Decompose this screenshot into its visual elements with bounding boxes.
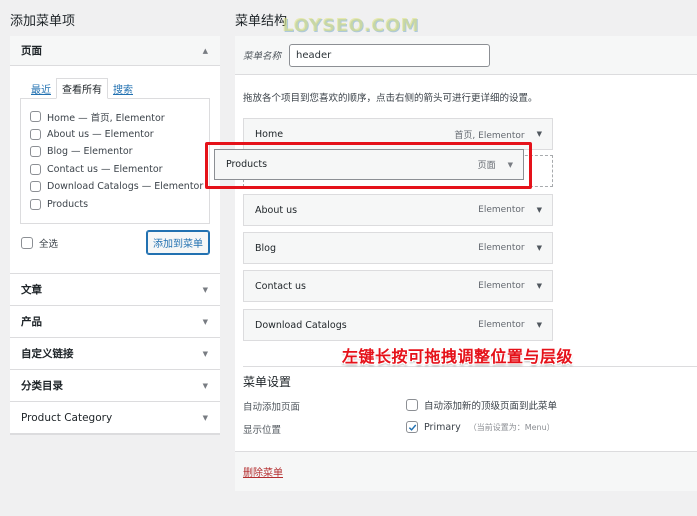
accordion-label: 分类目录 (21, 380, 63, 392)
expand-arrow-icon[interactable]: ▼ (537, 206, 542, 214)
accordion-label: 文章 (21, 284, 42, 296)
menu-structure-title: 菜单结构 (235, 14, 288, 29)
auto-add-checkbox[interactable] (406, 399, 418, 411)
page-option-contact[interactable]: Contact us — Elementor (30, 161, 209, 179)
menu-item-type: Elementor (478, 281, 525, 291)
checkbox[interactable] (30, 181, 41, 193)
menu-item-blog[interactable]: Blog Elementor ▼ (243, 232, 553, 264)
expand-arrow-icon[interactable]: ▼ (203, 318, 208, 326)
menu-item-title: Contact us (255, 280, 306, 292)
menu-item-about-us[interactable]: About us Elementor ▼ (243, 194, 553, 226)
menu-item-type: 首页, Elementor (454, 130, 525, 141)
expand-arrow-icon[interactable]: ▼ (203, 382, 208, 390)
menu-item-title: Blog (255, 242, 276, 254)
page-option-label: Download Catalogs — Elementor (47, 181, 204, 193)
page-option-label: About us — Elementor (47, 128, 154, 140)
primary-checkbox[interactable] (406, 421, 418, 433)
menu-settings-title: 菜单设置 (243, 375, 292, 389)
accordion-label: 页面 (21, 45, 42, 57)
checkbox[interactable] (30, 128, 41, 140)
page-option-download[interactable]: Download Catalogs — Elementor (30, 178, 209, 196)
page-option-products[interactable]: Products (30, 196, 209, 214)
accordion-label: 产品 (21, 316, 42, 328)
accordion-header-pages[interactable]: 页面 ▲ (10, 36, 220, 66)
menu-item-contact-us[interactable]: Contact us Elementor ▼ (243, 270, 553, 302)
expand-arrow-icon[interactable]: ▼ (537, 282, 542, 290)
pages-panel-footer: 全选 添加到菜单 (20, 230, 210, 255)
expand-arrow-icon[interactable]: ▼ (203, 286, 208, 294)
menu-item-type: Elementor (478, 320, 525, 330)
expand-arrow-icon[interactable]: ▼ (203, 414, 208, 422)
watermark: LOYSEO.COM (282, 15, 419, 36)
panel-footer: 删除菜单 (235, 451, 697, 491)
current-setting-note: （当前设置为：Menu） (468, 422, 555, 432)
select-all[interactable]: 全选 (20, 236, 58, 250)
pages-tabs: 最近 查看所有 搜索 (20, 78, 210, 99)
menu-item-title: Home (255, 128, 284, 140)
accordion-header-posts[interactable]: 文章 ▼ (10, 273, 220, 305)
dragging-menu-item-products[interactable]: Products 页面 ▼ (214, 149, 524, 180)
checkmark-icon (408, 424, 416, 431)
expand-arrow-icon[interactable]: ▼ (537, 130, 542, 138)
accordion-header-categories[interactable]: 分类目录 ▼ (10, 369, 220, 401)
accordion-header-product-category[interactable]: Product Category ▼ (10, 401, 220, 433)
select-all-label: 全选 (39, 238, 59, 250)
page-option-label: Blog — Elementor (47, 146, 133, 158)
select-all-checkbox[interactable] (21, 236, 33, 249)
menu-name-input[interactable] (289, 43, 491, 67)
menu-name-row: 菜单名称 (235, 36, 697, 75)
menu-item-title: Products (226, 159, 268, 170)
menu-item-type: Elementor (478, 205, 525, 215)
expand-arrow-icon[interactable]: ▼ (508, 161, 513, 169)
page-option-label: Products (47, 198, 89, 210)
expand-arrow-icon[interactable]: ▼ (203, 350, 208, 358)
page-option-about[interactable]: About us — Elementor (30, 126, 209, 144)
add-to-menu-button[interactable]: 添加到菜单 (146, 230, 210, 255)
page-option-home[interactable]: Home — 首页, Elementor (30, 108, 209, 126)
accordion-label: 自定义链接 (21, 348, 74, 360)
page-checklist: Home — 首页, Elementor About us — Elemento… (20, 98, 210, 224)
delete-menu-link[interactable]: 删除菜单 (243, 464, 283, 479)
menu-item-download-catalogs[interactable]: Download Catalogs Elementor ▼ (243, 309, 553, 341)
expand-arrow-icon[interactable]: ▼ (537, 321, 542, 329)
checkbox[interactable] (30, 146, 41, 158)
auto-add-label: 自动添加页面 (243, 402, 301, 413)
menu-item-title: Download Catalogs (255, 319, 347, 331)
checkbox[interactable] (30, 111, 41, 123)
menu-structure-panel: 菜单名称 拖放各个项目到您喜欢的顺序，点击右侧的箭头可进行更详细的设置。 Hom… (235, 36, 697, 491)
menu-name-label: 菜单名称 (243, 51, 282, 62)
menu-item-home[interactable]: Home 首页, Elementor ▼ (243, 118, 553, 150)
drag-instruction-annotation: 左键长按可拖拽调整位置与层级 (342, 347, 574, 366)
tab-search[interactable]: 搜索 (108, 81, 138, 98)
primary-option-label: Primary (424, 421, 461, 433)
menu-item-title: About us (255, 204, 298, 216)
page-option-label: Home — 首页, Elementor (47, 112, 165, 124)
display-location-label: 显示位置 (243, 425, 282, 436)
tab-recent[interactable]: 最近 (26, 81, 56, 98)
checkbox[interactable] (30, 163, 41, 175)
auto-add-option[interactable]: 自动添加新的顶级页面到此菜单 (406, 398, 557, 412)
checkbox[interactable] (30, 198, 41, 210)
primary-location-option[interactable]: Primary （当前设置为：Menu） (406, 421, 555, 433)
expand-arrow-icon[interactable]: ▼ (537, 244, 542, 252)
menu-item-type: 页面 (477, 161, 496, 171)
collapse-arrow-icon[interactable]: ▲ (203, 47, 208, 55)
tab-view-all[interactable]: 查看所有 (56, 78, 108, 99)
add-menu-items-title: 添加菜单项 (10, 14, 76, 29)
menu-item-type: Elementor (478, 243, 525, 253)
page-option-blog[interactable]: Blog — Elementor (30, 143, 209, 161)
accordion-header-products[interactable]: 产品 ▼ (10, 305, 220, 337)
add-menu-items-accordion: 页面 ▲ 最近 查看所有 搜索 Home — 首页, Elementor Abo… (10, 36, 220, 435)
accordion-label: Product Category (21, 411, 113, 424)
accordion-header-custom-links[interactable]: 自定义链接 ▼ (10, 337, 220, 369)
drag-hint: 拖放各个项目到您喜欢的顺序，点击右侧的箭头可进行更详细的设置。 (243, 93, 538, 104)
page-option-label: Contact us — Elementor (47, 163, 163, 175)
pages-panel: 最近 查看所有 搜索 Home — 首页, Elementor About us… (10, 66, 220, 273)
auto-add-option-label: 自动添加新的顶级页面到此菜单 (424, 401, 558, 412)
